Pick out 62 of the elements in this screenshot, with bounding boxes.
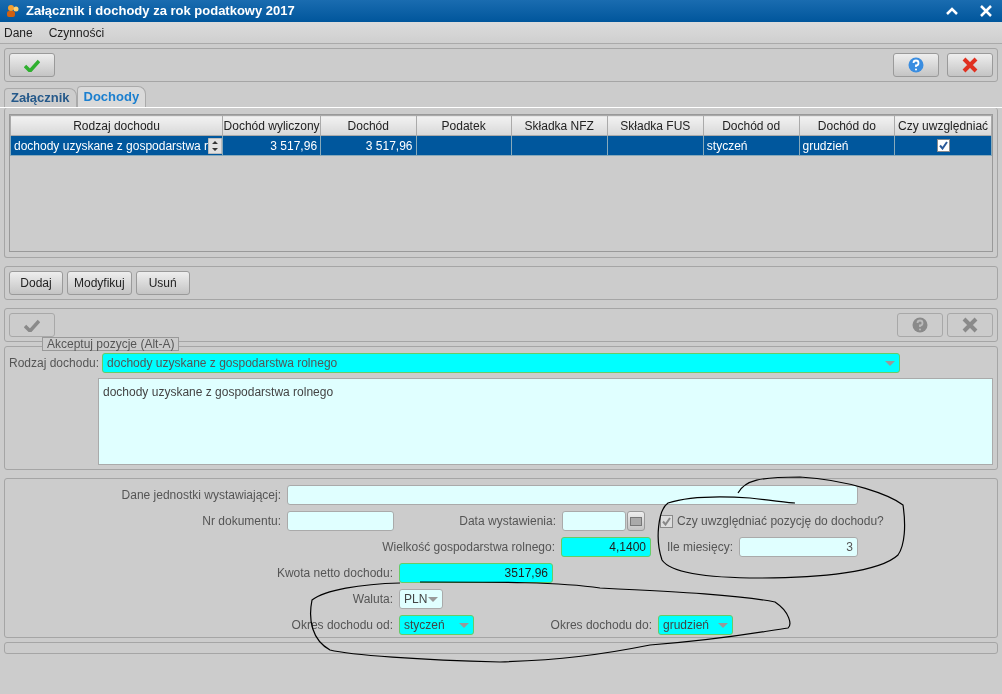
help-button[interactable]: [893, 53, 939, 77]
collapse-icon[interactable]: [946, 7, 958, 15]
field-label: Kwota netto dochodu:: [275, 565, 394, 582]
input-field[interactable]: [287, 511, 394, 531]
table-cell: grudzień: [802, 138, 849, 153]
dropdown[interactable]: PLN: [399, 589, 443, 609]
column-header[interactable]: Czy uwzględniać: [894, 115, 992, 136]
dropdown[interactable]: styczeń: [399, 615, 474, 635]
tooltip: Akceptuj pozycje (Alt-A): [42, 337, 180, 351]
field-label: Wielkość gospodarstwa rolnego:: [381, 539, 556, 556]
input-field[interactable]: [562, 511, 626, 531]
field-label: Okres dochodu do:: [549, 617, 653, 634]
calendar-button[interactable]: [627, 511, 645, 531]
field-label: Data wystawienia:: [458, 513, 557, 530]
help-icon: [908, 57, 924, 73]
input-field[interactable]: [287, 485, 858, 505]
action-button[interactable]: Modyfikuj: [67, 271, 132, 295]
close-icon[interactable]: [980, 5, 992, 17]
spin-button[interactable]: [208, 137, 223, 154]
checkbox[interactable]: [936, 138, 950, 152]
menu-item[interactable]: Dane: [4, 23, 33, 42]
dropdown[interactable]: grudzień: [658, 615, 733, 635]
table-cell: 3 517,96: [365, 138, 413, 153]
column-header[interactable]: Dochód: [320, 115, 417, 136]
field-label: Nr dokumentu:: [201, 513, 282, 530]
field-label: Rodzaj dochodu:: [9, 355, 101, 372]
calendar-icon: [630, 516, 642, 526]
input-field[interactable]: 4,1400: [561, 537, 651, 557]
window-title: Załącznik i dochody za rok podatkowy 2017: [26, 2, 295, 21]
text-area[interactable]: dochody uzyskane z gospodarstwa rolnego: [98, 378, 993, 465]
table-cell: 3 517,96: [270, 138, 318, 153]
column-header[interactable]: Składka FUS: [607, 115, 704, 136]
input-field[interactable]: 3517,96: [399, 563, 553, 583]
table-cell: styczeń: [706, 138, 748, 153]
field-label: Dane jednostki wystawiającej:: [120, 487, 282, 504]
action-button[interactable]: Dodaj: [9, 271, 63, 295]
column-header[interactable]: Dochód do: [799, 115, 895, 136]
cancel-button[interactable]: [947, 313, 993, 337]
checkmark-icon: [24, 318, 40, 332]
help-button[interactable]: [897, 313, 943, 337]
checkbox-label: Czy uwzględniać pozycję do dochodu?: [677, 513, 884, 530]
table-cell-text: dochody uzyskane z gospodarstwa r: [14, 137, 209, 155]
field-label: Waluta:: [351, 591, 394, 608]
input-field[interactable]: 3: [739, 537, 858, 557]
action-button[interactable]: Usuń: [135, 271, 190, 295]
tab[interactable]: Załącznik: [4, 88, 77, 107]
table-row[interactable]: dochody uzyskane z gospodarstwa r 3 517,96 3 517,96 styczeń grudzień: [10, 135, 992, 156]
users-icon: [6, 4, 20, 18]
dropdown[interactable]: dochody uzyskane z gospodarstwa rolnego: [102, 353, 901, 373]
menu-item[interactable]: Czynności: [48, 23, 105, 42]
field-label: Ile miesięcy:: [665, 539, 734, 556]
close-icon: [962, 317, 978, 333]
column-header[interactable]: Dochód od: [703, 115, 799, 136]
close-button[interactable]: [947, 53, 993, 77]
help-icon: [912, 317, 928, 333]
column-header[interactable]: Dochód wyliczony: [222, 115, 321, 136]
column-header[interactable]: Podatek: [416, 115, 512, 136]
column-header[interactable]: Składka NFZ: [511, 115, 608, 136]
confirm-button[interactable]: [9, 53, 55, 77]
checkmark-icon: [24, 58, 40, 72]
column-header[interactable]: Rodzaj dochodu: [10, 115, 223, 136]
close-icon: [962, 57, 978, 73]
